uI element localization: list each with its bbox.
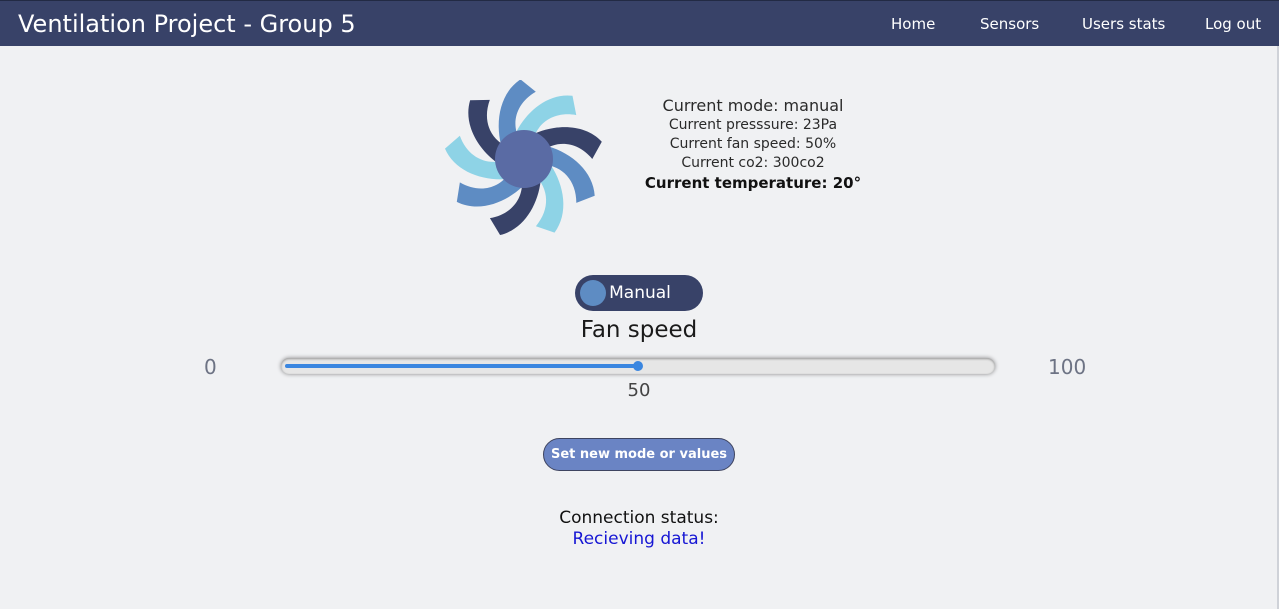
nav-logout-link[interactable]: Log out — [1205, 15, 1261, 33]
fan-icon — [444, 80, 602, 236]
fan-speed-heading: Fan speed — [580, 317, 698, 343]
slider-max-label: 100 — [1048, 355, 1087, 379]
current-fan-speed-text: Current fan speed: 50% — [669, 136, 837, 152]
slider-fill — [285, 364, 638, 368]
nav-home-link[interactable]: Home — [891, 15, 935, 33]
mode-toggle-label: Manual — [609, 283, 671, 303]
connection-status-label: Connection status: — [559, 508, 719, 528]
status-panel: Current mode: manual Current presssure: … — [628, 96, 878, 193]
fan-speed-slider[interactable] — [281, 358, 995, 374]
mode-toggle-switch[interactable]: Manual — [575, 275, 703, 311]
top-navbar: Ventilation Project - Group 5 Home Senso… — [0, 0, 1279, 46]
slider-thumb[interactable] — [633, 361, 643, 371]
nav-sensors-link[interactable]: Sensors — [980, 15, 1039, 33]
slider-value-label: 50 — [627, 380, 651, 401]
nav-users-stats-link[interactable]: Users stats — [1082, 15, 1165, 33]
current-mode-text: Current mode: manual — [662, 96, 844, 115]
app-title: Ventilation Project - Group 5 — [18, 10, 356, 38]
connection-status-value: Recieving data! — [572, 529, 706, 549]
set-mode-values-button[interactable]: Set new mode or values — [543, 438, 735, 471]
fan-hub — [495, 130, 553, 188]
toggle-knob[interactable] — [580, 280, 606, 306]
current-pressure-text: Current presssure: 23Pa — [668, 117, 838, 133]
slider-min-label: 0 — [204, 355, 217, 379]
current-co2-text: Current co2: 300co2 — [681, 155, 825, 171]
current-temperature-text: Current temperature: 20° — [644, 174, 862, 192]
